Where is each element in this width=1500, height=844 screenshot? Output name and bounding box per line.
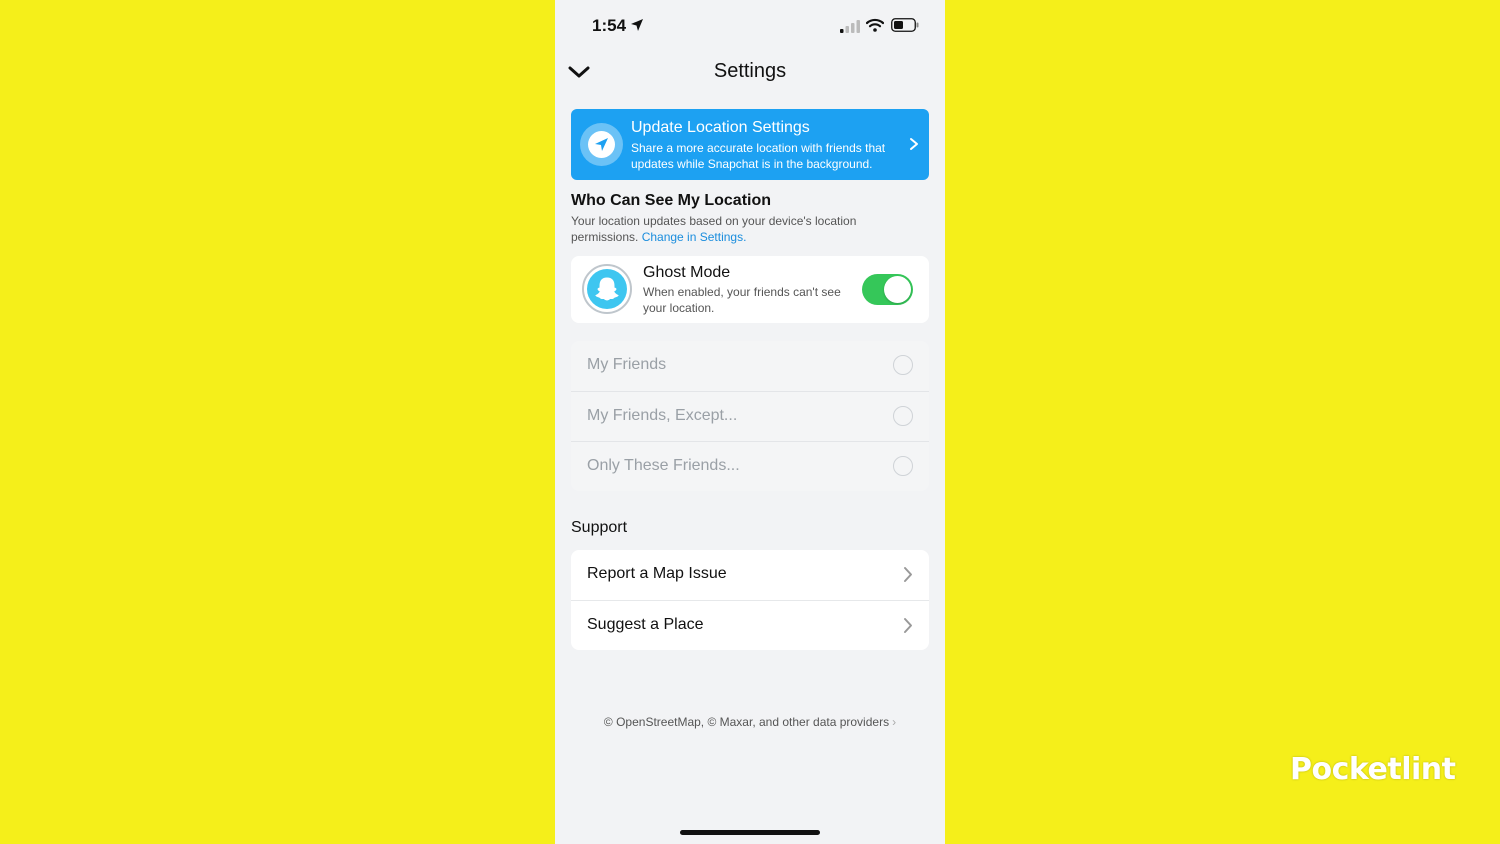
report-map-issue-row[interactable]: Report a Map Issue: [571, 550, 929, 600]
chevron-right-icon: [904, 618, 912, 633]
who-can-see-heading: Who Can See My Location: [571, 192, 772, 209]
avatar: [582, 264, 632, 314]
cellular-signal-icon: [840, 20, 860, 33]
row-label: Report a Map Issue: [587, 565, 727, 582]
battery-icon: [891, 18, 919, 32]
status-time: 1:54: [592, 16, 627, 35]
chevron-right-icon: [904, 567, 912, 582]
radio-button[interactable]: [893, 355, 913, 375]
option-my-friends[interactable]: My Friends: [571, 341, 929, 391]
toggle-knob: [884, 276, 911, 303]
option-label: My Friends: [587, 356, 667, 373]
chevron-right-icon: [910, 138, 918, 150]
location-arrow-icon: [631, 19, 643, 31]
location-arrow-icon: [595, 138, 608, 151]
radio-button[interactable]: [893, 456, 913, 476]
home-indicator: [680, 830, 820, 835]
option-only-these-friends[interactable]: Only These Friends...: [571, 441, 929, 492]
nav-bar: Settings: [555, 52, 945, 92]
phone-screen: 1:54 Settings Update Location Settings S…: [555, 0, 945, 844]
page-title: Settings: [713, 60, 787, 82]
ghost-icon: [595, 277, 619, 301]
status-bar: 1:54: [555, 0, 945, 52]
ghost-mode-title: Ghost Mode: [643, 264, 731, 281]
support-heading: Support: [571, 519, 628, 536]
visibility-options: My Friends My Friends, Except... Only Th…: [571, 341, 929, 491]
chevron-right-icon: ›: [892, 715, 897, 729]
option-my-friends-except[interactable]: My Friends, Except...: [571, 391, 929, 442]
banner-subtitle: Share a more accurate location with frie…: [631, 141, 886, 171]
row-label: Suggest a Place: [587, 616, 704, 633]
banner-title: Update Location Settings: [631, 119, 810, 136]
update-location-banner[interactable]: Update Location Settings Share a more ac…: [571, 109, 929, 180]
option-label: My Friends, Except...: [587, 407, 738, 424]
location-description: Your location updates based on your devi…: [571, 214, 857, 244]
suggest-place-row[interactable]: Suggest a Place: [571, 600, 929, 651]
change-in-settings-link[interactable]: Change in Settings.: [642, 230, 747, 244]
ghost-mode-card: Ghost Mode When enabled, your friends ca…: [571, 256, 929, 323]
map-attribution-link[interactable]: © OpenStreetMap, © Maxar, and other data…: [555, 715, 945, 729]
banner-icon-circle: [580, 123, 623, 166]
ghost-mode-subtitle: When enabled, your friends can't see you…: [643, 285, 841, 315]
option-label: Only These Friends...: [587, 457, 740, 474]
support-card: Report a Map Issue Suggest a Place: [571, 550, 929, 650]
radio-button[interactable]: [893, 406, 913, 426]
wifi-icon: [866, 18, 884, 32]
pocketlint-watermark: Pocketlint: [1290, 752, 1456, 787]
ghost-mode-toggle[interactable]: [862, 274, 913, 305]
